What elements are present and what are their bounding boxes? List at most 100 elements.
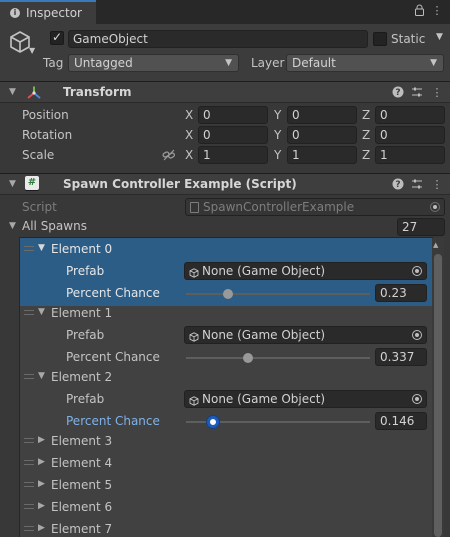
tab-label: Inspector — [26, 6, 82, 20]
percent-chance-field[interactable]: 0.146 — [375, 412, 427, 430]
element-label[interactable]: Element 6 — [51, 500, 112, 514]
rotation-x-field[interactable]: 0 — [198, 126, 268, 144]
chevron-down-icon: ▼ — [430, 58, 437, 68]
percent-chance-slider-track[interactable] — [186, 293, 370, 295]
position-x-field[interactable]: 0 — [198, 106, 268, 124]
position-z-field[interactable]: 0 — [375, 106, 445, 124]
tag-dropdown[interactable]: Untagged ▼ — [68, 54, 239, 72]
drag-handle-icon[interactable] — [24, 374, 34, 379]
axis-x-label[interactable]: X — [185, 128, 193, 142]
tag-value: Untagged — [74, 56, 133, 70]
object-picker-icon[interactable] — [412, 266, 422, 276]
chevron-down-icon: ▼ — [225, 58, 232, 68]
layer-label: Layer — [251, 56, 285, 70]
object-picker-icon[interactable] — [412, 330, 422, 340]
prefab-object-field[interactable]: None (Game Object) — [184, 326, 427, 344]
rotation-y-field[interactable]: 0 — [287, 126, 357, 144]
axis-z-label[interactable]: Z — [362, 108, 370, 122]
axis-y-label[interactable]: Y — [274, 148, 281, 162]
list-label[interactable]: All Spawns — [22, 219, 87, 233]
static-label: Static — [391, 32, 426, 46]
axis-y-label[interactable]: Y — [274, 128, 281, 142]
rotation-z-field[interactable]: 0 — [375, 126, 445, 144]
axis-x-label[interactable]: X — [185, 108, 193, 122]
element-label[interactable]: Element 2 — [51, 370, 112, 384]
info-icon: i — [10, 8, 20, 18]
drag-handle-icon[interactable] — [24, 482, 34, 487]
foldout-collapsed-arrow-icon[interactable]: ▶ — [38, 479, 45, 489]
foldout-collapsed-arrow-icon[interactable]: ▶ — [38, 523, 45, 533]
foldout-arrow-icon[interactable]: ▼ — [38, 307, 45, 317]
list-foldout-arrow-icon[interactable]: ▼ — [9, 221, 16, 231]
presets-icon[interactable] — [410, 86, 424, 100]
axis-z-label[interactable]: Z — [362, 128, 370, 142]
svg-text:?: ? — [395, 180, 400, 190]
percent-chance-slider-knob[interactable] — [206, 416, 219, 428]
percent-chance-slider-knob[interactable] — [243, 353, 253, 363]
tab-bar: i Inspector ⋮ — [0, 0, 450, 24]
scale-z-field[interactable]: 1 — [375, 146, 445, 164]
element-label[interactable]: Element 5 — [51, 478, 112, 492]
element-label[interactable]: Element 3 — [51, 434, 112, 448]
axis-y-label[interactable]: Y — [274, 108, 281, 122]
percent-chance-label: Percent Chance — [66, 414, 160, 428]
presets-icon[interactable] — [410, 178, 424, 192]
foldout-collapsed-arrow-icon[interactable]: ▶ — [38, 457, 45, 467]
script-component-header[interactable]: ▼ Spawn Controller Example (Script) ? ⋮ — [0, 173, 450, 195]
foldout-arrow-icon[interactable]: ▼ — [38, 243, 45, 253]
prefab-value: None (Game Object) — [202, 264, 326, 278]
transform-header[interactable]: ▼ Transform ? ⋮ — [0, 81, 450, 103]
percent-chance-slider-track[interactable] — [186, 357, 370, 359]
foldout-arrow-icon[interactable]: ▼ — [9, 87, 16, 97]
script-reference-value: SpawnControllerExample — [203, 200, 355, 214]
scale-y-field[interactable]: 1 — [287, 146, 357, 164]
drag-handle-icon[interactable] — [24, 504, 34, 509]
foldout-arrow-icon[interactable]: ▼ — [9, 179, 16, 189]
static-checkbox[interactable] — [373, 32, 387, 46]
layer-dropdown[interactable]: Default ▼ — [286, 54, 444, 72]
drag-handle-icon[interactable] — [24, 526, 34, 531]
lock-icon[interactable] — [412, 4, 426, 18]
prefab-object-field[interactable]: None (Game Object) — [184, 262, 427, 280]
static-dropdown-arrow-icon[interactable]: ▼ — [436, 32, 443, 42]
more-menu-icon[interactable]: ⋮ — [430, 4, 444, 18]
percent-chance-field[interactable]: 0.23 — [375, 284, 427, 302]
script-component-title: Spawn Controller Example (Script) — [63, 177, 297, 191]
object-picker-icon[interactable] — [412, 394, 422, 404]
component-menu-icon[interactable]: ⋮ — [430, 178, 444, 192]
drag-handle-icon[interactable] — [24, 438, 34, 443]
help-icon[interactable]: ? — [391, 86, 405, 100]
list-scrollbar-thumb[interactable] — [434, 254, 442, 537]
prefab-object-field[interactable]: None (Game Object) — [184, 390, 427, 408]
percent-chance-field[interactable]: 0.337 — [375, 348, 427, 366]
active-checkbox[interactable] — [50, 30, 64, 45]
drag-handle-icon[interactable] — [24, 460, 34, 465]
scroll-up-arrow-icon[interactable]: ▲ — [433, 241, 438, 249]
element-label[interactable]: Element 7 — [51, 522, 112, 536]
help-icon[interactable]: ? — [391, 178, 405, 192]
drag-handle-icon[interactable] — [24, 310, 34, 315]
script-file-icon — [190, 202, 199, 213]
axis-x-label[interactable]: X — [185, 148, 193, 162]
axis-z-label[interactable]: Z — [362, 148, 370, 162]
percent-chance-label: Percent Chance — [66, 286, 160, 300]
tab-inspector[interactable]: i Inspector — [0, 0, 96, 24]
element-label[interactable]: Element 4 — [51, 456, 112, 470]
foldout-collapsed-arrow-icon[interactable]: ▶ — [38, 435, 45, 445]
prefab-value: None (Game Object) — [202, 328, 326, 342]
element-label[interactable]: Element 0 — [51, 242, 112, 256]
foldout-arrow-icon[interactable]: ▼ — [38, 371, 45, 381]
constrain-proportions-link-icon[interactable] — [162, 148, 176, 162]
gameobject-icon — [189, 330, 199, 342]
csharp-script-icon: # — [25, 176, 39, 190]
position-y-field[interactable]: 0 — [287, 106, 357, 124]
object-name-field[interactable]: GameObject — [68, 30, 368, 48]
drag-handle-icon[interactable] — [24, 246, 34, 251]
list-size-field[interactable]: 27 — [397, 218, 445, 236]
icon-dropdown-arrow-icon[interactable]: ▼ — [29, 46, 35, 55]
foldout-collapsed-arrow-icon[interactable]: ▶ — [38, 501, 45, 511]
tag-label: Tag — [43, 56, 64, 70]
scale-x-field[interactable]: 1 — [198, 146, 268, 164]
component-menu-icon[interactable]: ⋮ — [430, 86, 444, 100]
element-label[interactable]: Element 1 — [51, 306, 112, 320]
